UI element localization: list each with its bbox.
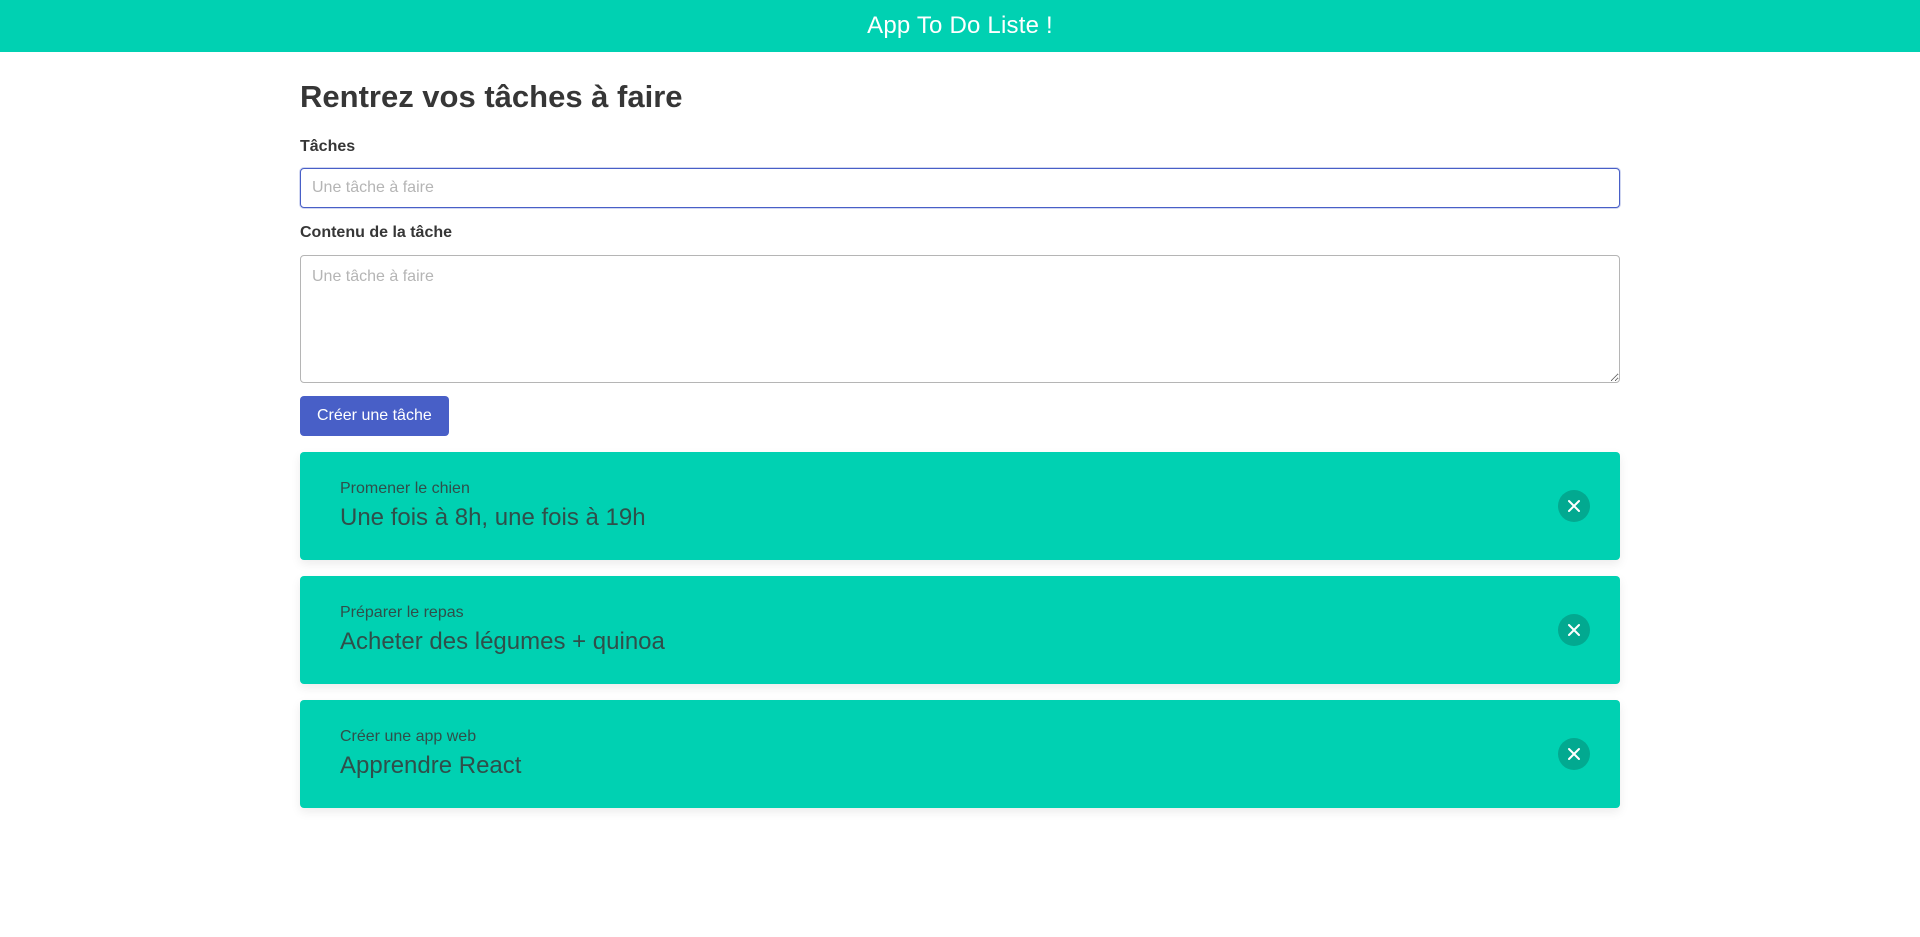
task-form: Tâches Contenu de la tâche Créer une tâc… (300, 137, 1620, 436)
task-title-label: Tâches (300, 138, 356, 156)
task-card-content: Une fois à 8h, une fois à 19h (340, 503, 646, 531)
task-card-title: Promener le chien (340, 479, 470, 497)
task-card-title: Préparer le repas (340, 603, 464, 621)
top-navbar: App To Do Liste ! (0, 0, 1920, 52)
task-card: Promener le chien Une fois à 8h, une foi… (300, 451, 1620, 560)
close-icon (1567, 499, 1581, 513)
main-container: Rentrez vos tâches à faire Tâches Conten… (300, 52, 1620, 824)
task-card: Préparer le repas Acheter des légumes + … (300, 575, 1620, 684)
task-card: Créer une app web Apprendre React (300, 699, 1620, 808)
task-content-label: Contenu de la tâche (300, 224, 453, 242)
task-title-input[interactable] (300, 168, 1620, 209)
task-card-title: Créer une app web (340, 727, 477, 745)
create-task-button[interactable]: Créer une tâche (300, 395, 449, 436)
app-title: App To Do Liste ! (867, 12, 1053, 39)
delete-task-button[interactable] (1558, 737, 1590, 770)
task-content-textarea[interactable] (300, 254, 1620, 383)
close-icon (1567, 747, 1581, 761)
page-title: Rentrez vos tâches à faire (300, 79, 683, 114)
task-card-content: Acheter des légumes + quinoa (340, 627, 665, 655)
delete-task-button[interactable] (1558, 613, 1590, 646)
task-list: Promener le chien Une fois à 8h, une foi… (300, 451, 1620, 808)
task-card-content: Apprendre React (340, 751, 522, 779)
delete-task-button[interactable] (1558, 489, 1590, 522)
close-icon (1567, 623, 1581, 637)
